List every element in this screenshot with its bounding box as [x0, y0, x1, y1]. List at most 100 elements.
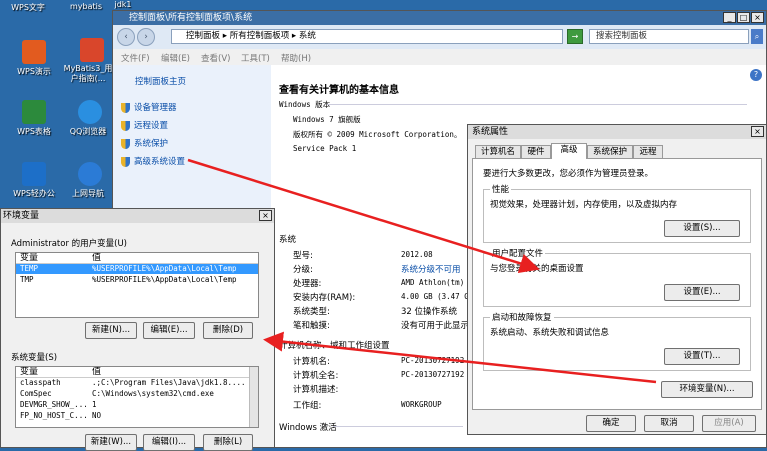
shield-icon: [121, 138, 130, 149]
close-button[interactable]: ×: [751, 126, 764, 137]
startup-group: 启动和故障恢复 系统启动、系统失败和调试信息 设置(T)...: [483, 311, 751, 371]
desktop-icon-label: WPS轻办公: [13, 189, 55, 198]
wps-light-icon: [22, 162, 46, 186]
tab-remote[interactable]: 远程: [633, 145, 663, 158]
window-title: 控制面板\所有控制面板项\系统: [129, 13, 253, 23]
system-new-button[interactable]: 新建(W)...: [85, 434, 137, 451]
desktop-icon-label: 上网导航: [72, 189, 104, 198]
group-title: 启动和故障恢复: [490, 311, 554, 323]
dialog-title: 环境变量: [3, 211, 40, 221]
profile-settings-button[interactable]: 设置(E)...: [664, 284, 740, 301]
minimize-button[interactable]: _: [723, 12, 736, 23]
computer-key: 计算机名:: [293, 357, 330, 367]
system-key: 处理器:: [293, 279, 322, 289]
table-row[interactable]: FP_NO_HOST_C... NO: [16, 411, 258, 421]
edition-sp: Service Pack 1: [293, 144, 357, 153]
tab-computer-name[interactable]: 计算机名: [475, 145, 521, 158]
refresh-button[interactable]: →: [567, 29, 583, 44]
var-name: TEMP: [20, 264, 39, 273]
system-edit-button[interactable]: 编辑(I)...: [143, 434, 195, 451]
tab-system-protection[interactable]: 系统保护: [587, 145, 633, 158]
menu-edit[interactable]: 编辑(E): [161, 52, 190, 64]
menu-bar: 文件(F) 编辑(E) 查看(V) 工具(T) 帮助(H): [113, 49, 766, 65]
sidebar-item-label: 远程设置: [134, 121, 169, 131]
tab-advanced[interactable]: 高级: [551, 143, 587, 159]
system-delete-button[interactable]: 删除(L): [203, 434, 253, 451]
dialog-title: 系统属性: [472, 127, 509, 137]
search-icon[interactable]: ⌕: [751, 29, 763, 44]
user-edit-button[interactable]: 编辑(E)...: [143, 322, 195, 339]
maximize-button[interactable]: □: [737, 12, 750, 23]
desktop-icon-label: WPS演示: [17, 67, 51, 76]
edition-copyright: 版权所有 © 2009 Microsoft Corporation。: [293, 130, 462, 139]
system-vars-label: 系统变量(S): [11, 353, 58, 363]
table-row[interactable]: ComSpec C:\Windows\system32\cmd.exe: [16, 389, 258, 399]
system-value: 2012.08: [401, 250, 433, 259]
menu-help[interactable]: 帮助(H): [281, 52, 311, 64]
var-name: DEVMGR_SHOW_...: [20, 400, 88, 409]
system-key: 笔和触摸:: [293, 321, 330, 331]
table-row[interactable]: TMP %USERPROFILE%\AppData\Local\Temp: [16, 275, 258, 285]
system-header: 系统: [279, 235, 297, 245]
group-title: 用户配置文件: [490, 247, 546, 259]
sidebar-home-link[interactable]: 控制面板主页: [135, 75, 186, 87]
navigation-bar: ‹ › 控制面板 ▸ 所有控制面板项 ▸ 系统 → 搜索控制面板 ⌕: [113, 25, 766, 49]
system-value: 32 位操作系统: [401, 307, 458, 317]
address-bar[interactable]: 控制面板 ▸ 所有控制面板项 ▸ 系统: [171, 29, 563, 44]
computer-value: PC-20130727192: [401, 356, 465, 365]
system-value: 没有可用于此显示: [401, 321, 470, 331]
sidebar-item-label: 高级系统设置: [134, 157, 186, 167]
apply-button[interactable]: 应用(A): [702, 415, 756, 432]
desktop-icon-label: MyBatis3_用户指南(...: [63, 64, 113, 83]
ok-button[interactable]: 确定: [586, 415, 636, 432]
cancel-button[interactable]: 取消: [644, 415, 694, 432]
startup-settings-button[interactable]: 设置(T)...: [664, 348, 740, 365]
shield-icon: [121, 102, 130, 113]
user-new-button[interactable]: 新建(N)...: [85, 322, 137, 339]
computer-key: 工作组:: [293, 401, 322, 411]
rating-link[interactable]: 系统分级不可用: [401, 263, 461, 275]
address-seg[interactable]: 控制面板: [186, 31, 220, 41]
desktop-icon-label: mybatis: [69, 2, 103, 11]
user-vars-table[interactable]: 变量 值 TEMP %USERPROFILE%\AppData\Local\Te…: [15, 252, 259, 318]
sidebar-item-advanced[interactable]: 高级系统设置: [121, 155, 185, 167]
activation-header: Windows 激活: [279, 423, 337, 433]
performance-settings-button[interactable]: 设置(S)...: [664, 220, 740, 237]
profile-group: 用户配置文件 与您登录有关的桌面设置 设置(E)...: [483, 247, 751, 307]
help-icon[interactable]: ?: [750, 69, 762, 81]
table-row[interactable]: classpath .;C:\Program Files\Java\jdk1.8…: [16, 378, 258, 388]
system-vars-table[interactable]: 变量 值 classpath .;C:\Program Files\Java\j…: [15, 366, 259, 428]
system-key: 系统类型:: [293, 307, 330, 317]
sidebar-item-device-manager[interactable]: 设备管理器: [121, 101, 177, 113]
close-button[interactable]: ×: [259, 210, 272, 221]
sidebar-item-remote[interactable]: 远程设置: [121, 119, 168, 131]
group-desc: 视觉效果，处理器计划，内存使用，以及虚拟内存: [490, 200, 678, 210]
menu-file[interactable]: 文件(F): [121, 52, 150, 64]
tab-hardware[interactable]: 硬件: [521, 145, 551, 158]
col-var: 变量: [20, 367, 39, 377]
table-row[interactable]: DEVMGR_SHOW_... 1: [16, 400, 258, 410]
search-input[interactable]: 搜索控制面板: [589, 29, 749, 44]
control-panel-titlebar: 控制面板\所有控制面板项\系统: [113, 11, 766, 25]
var-value: 1: [92, 400, 97, 409]
address-seg[interactable]: 系统: [299, 31, 316, 41]
system-value: AMD Athlon(tm): [401, 278, 465, 287]
environment-variables-button[interactable]: 环境变量(N)...: [661, 381, 753, 398]
forward-button[interactable]: ›: [137, 28, 155, 46]
menu-view[interactable]: 查看(V): [201, 52, 230, 64]
var-value: .;C:\Program Files\Java\jdk1.8....: [92, 378, 246, 387]
menu-tools[interactable]: 工具(T): [241, 52, 270, 64]
system-key: 型号:: [293, 251, 313, 261]
scrollbar[interactable]: [249, 367, 258, 427]
activation-divider: [333, 426, 463, 427]
computer-header: 计算机名称、域和工作组设置: [279, 341, 390, 351]
sidebar-item-protection[interactable]: 系统保护: [121, 137, 168, 149]
web-nav-icon: [78, 162, 102, 186]
table-row[interactable]: TEMP %USERPROFILE%\AppData\Local\Temp: [16, 264, 258, 274]
address-seg[interactable]: 所有控制面板项: [230, 31, 290, 41]
page-title: 查看有关计算机的基本信息: [279, 85, 399, 96]
user-delete-button[interactable]: 删除(D): [203, 322, 253, 339]
close-button[interactable]: ×: [751, 12, 764, 23]
back-button[interactable]: ‹: [117, 28, 135, 46]
var-value: C:\Windows\system32\cmd.exe: [92, 389, 214, 398]
